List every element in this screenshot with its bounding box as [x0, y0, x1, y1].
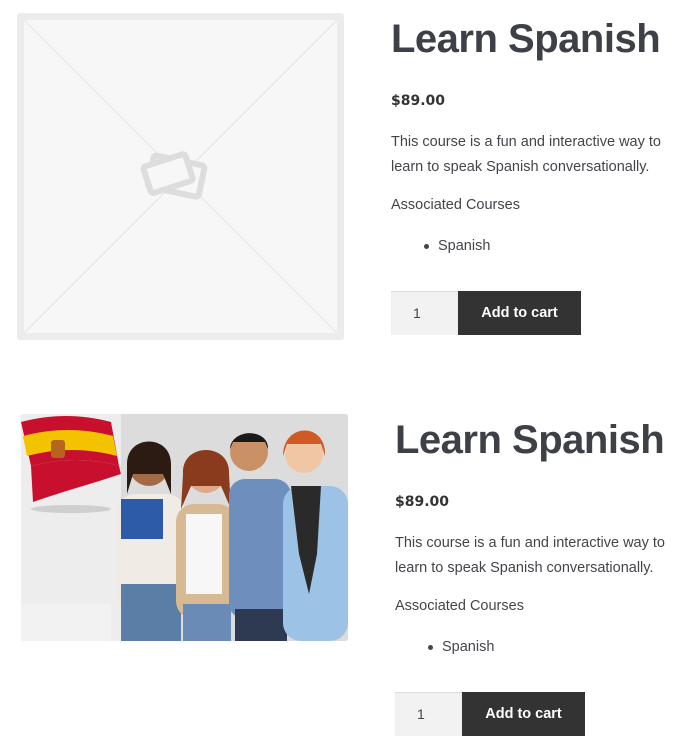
product-card: Learn Spanish $89.00 This course is a fu…	[0, 0, 700, 370]
product-title: Learn Spanish	[391, 17, 661, 61]
add-to-cart-form: Add to cart	[395, 692, 695, 736]
add-to-cart-form: Add to cart	[391, 291, 691, 335]
product-image[interactable]	[17, 13, 344, 340]
associated-courses-label: Associated Courses	[391, 197, 520, 213]
product-image[interactable]	[21, 414, 348, 641]
list-item[interactable]: Spanish	[395, 637, 695, 657]
associated-courses-list: Spanish	[391, 236, 691, 256]
associated-courses-label: Associated Courses	[395, 598, 524, 614]
add-to-cart-button[interactable]: Add to cart	[458, 291, 581, 335]
course-link[interactable]: Spanish	[442, 639, 494, 655]
students-photo	[21, 414, 348, 641]
list-item[interactable]: Spanish	[391, 236, 691, 256]
bullet-icon	[424, 244, 429, 249]
product-description: This course is a fun and interactive way…	[395, 535, 665, 576]
students-with-flag-photo	[21, 414, 348, 641]
bullet-icon	[428, 645, 433, 650]
product-price: $89.00	[391, 93, 446, 109]
product-description: This course is a fun and interactive way…	[391, 134, 661, 175]
course-link[interactable]: Spanish	[438, 238, 490, 254]
quantity-input[interactable]	[391, 291, 458, 335]
product-title: Learn Spanish	[395, 418, 665, 462]
product-summary: Learn Spanish $89.00 This course is a fu…	[391, 14, 691, 335]
add-to-cart-button[interactable]: Add to cart	[462, 692, 585, 736]
product-card: Learn Spanish $89.00 This course is a fu…	[0, 400, 700, 740]
placeholder-image-icon	[24, 20, 337, 333]
associated-courses-list: Spanish	[395, 637, 695, 657]
quantity-input[interactable]	[395, 692, 462, 736]
product-price: $89.00	[395, 494, 450, 510]
product-summary: Learn Spanish $89.00 This course is a fu…	[395, 415, 695, 736]
placeholder-image	[17, 13, 344, 340]
